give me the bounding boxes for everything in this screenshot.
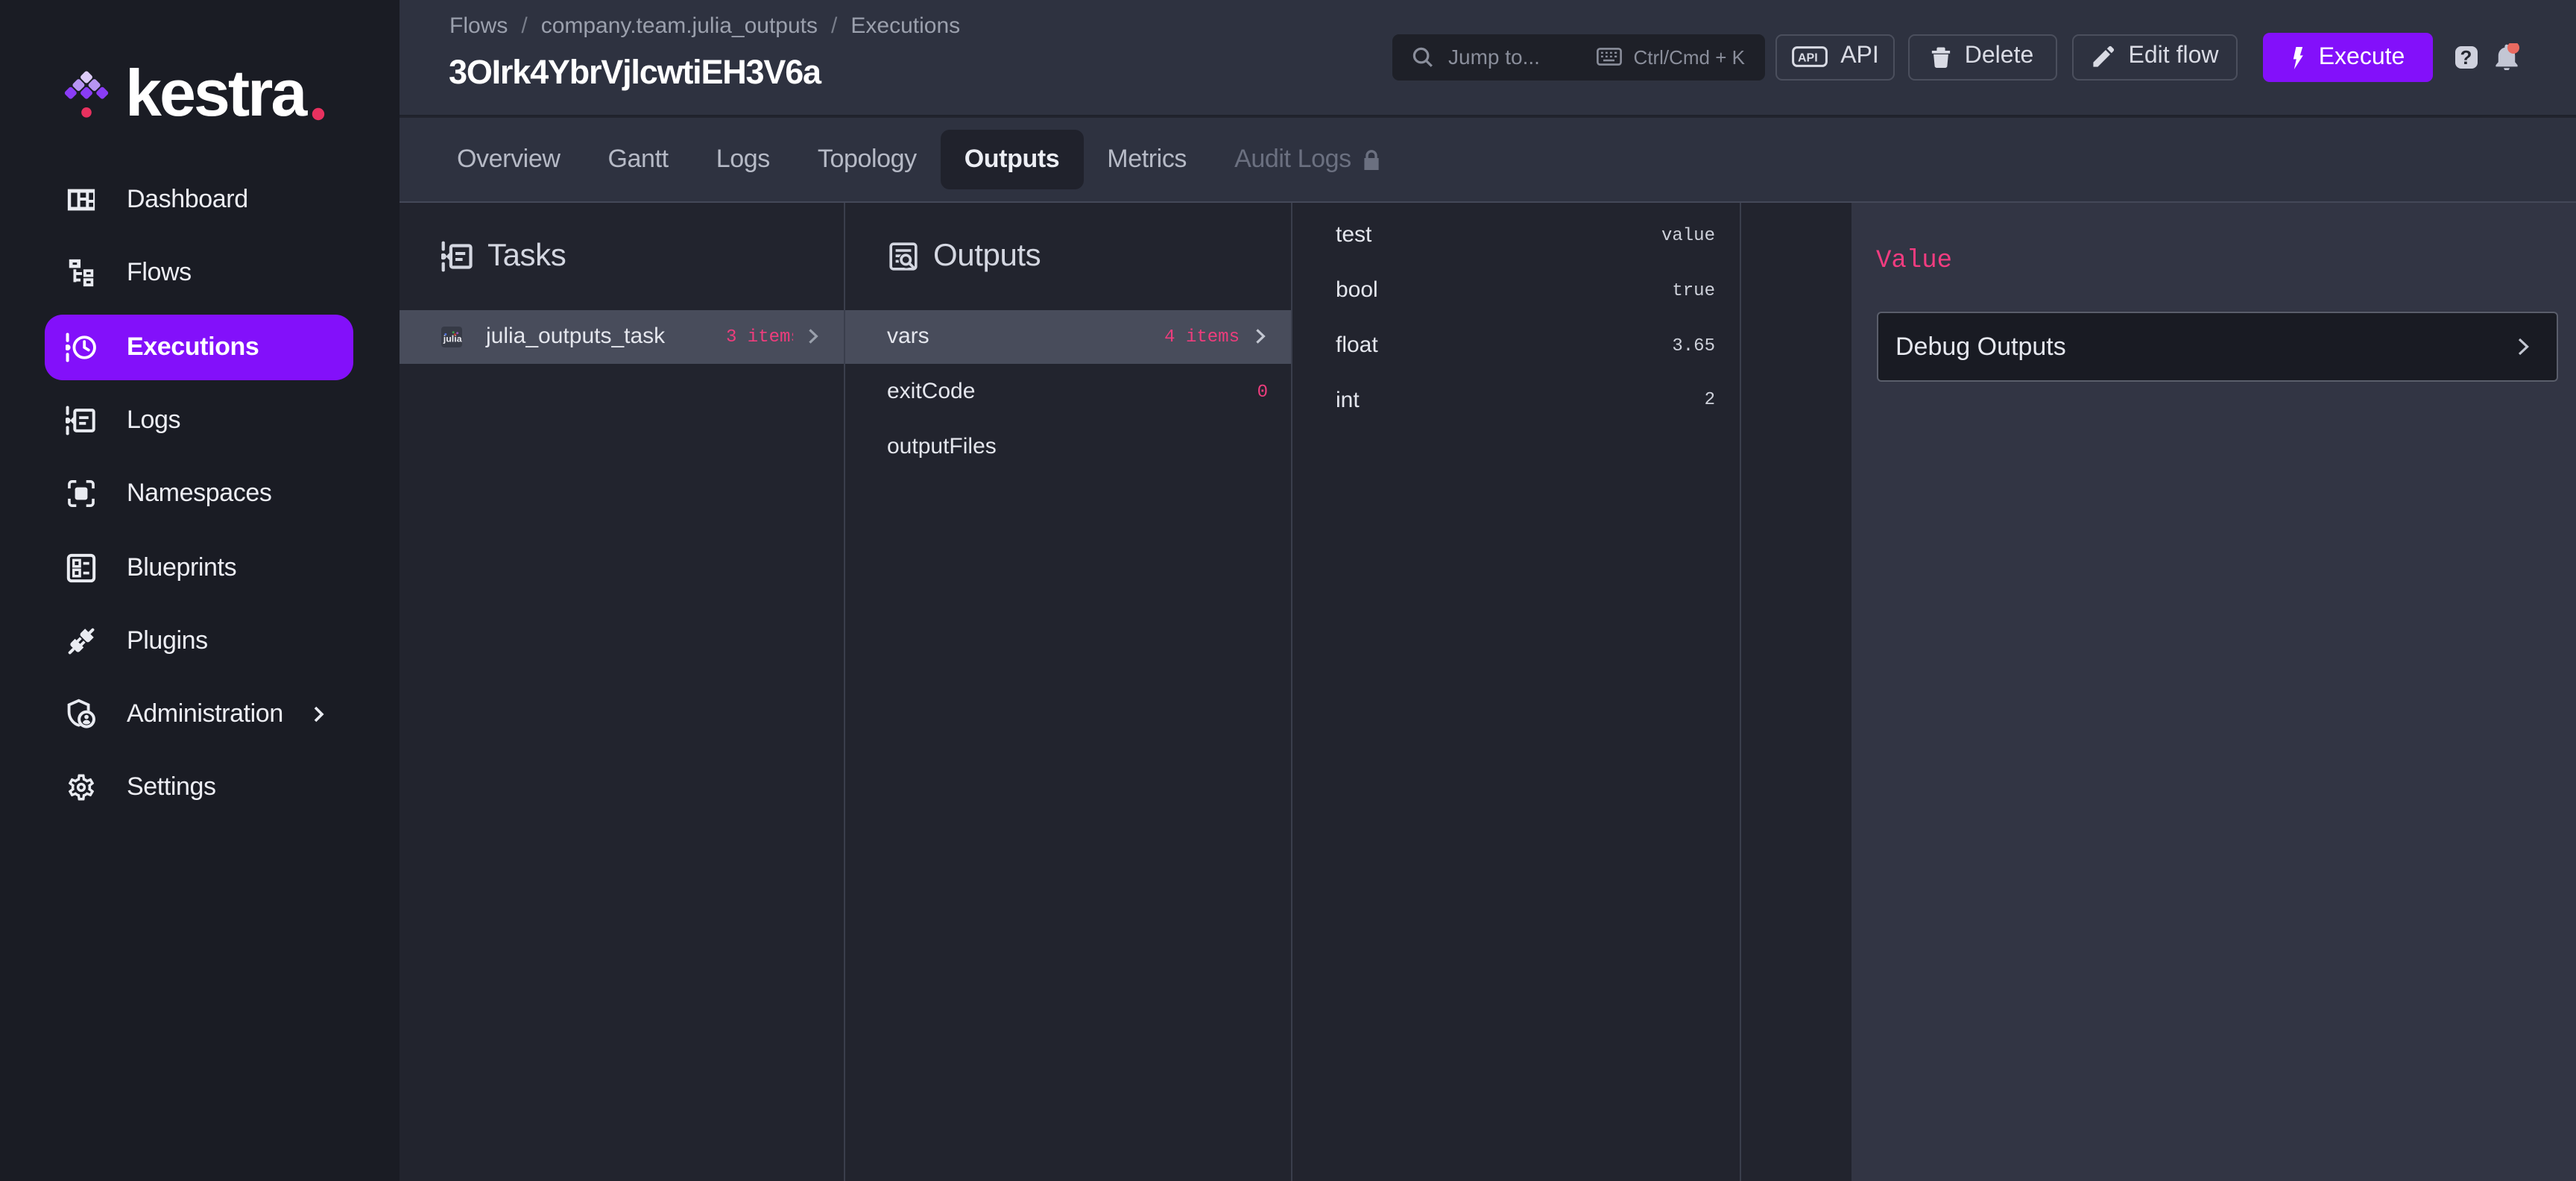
svg-text:API: API: [1797, 52, 1817, 65]
svg-text:kestra: kestra: [125, 56, 308, 130]
